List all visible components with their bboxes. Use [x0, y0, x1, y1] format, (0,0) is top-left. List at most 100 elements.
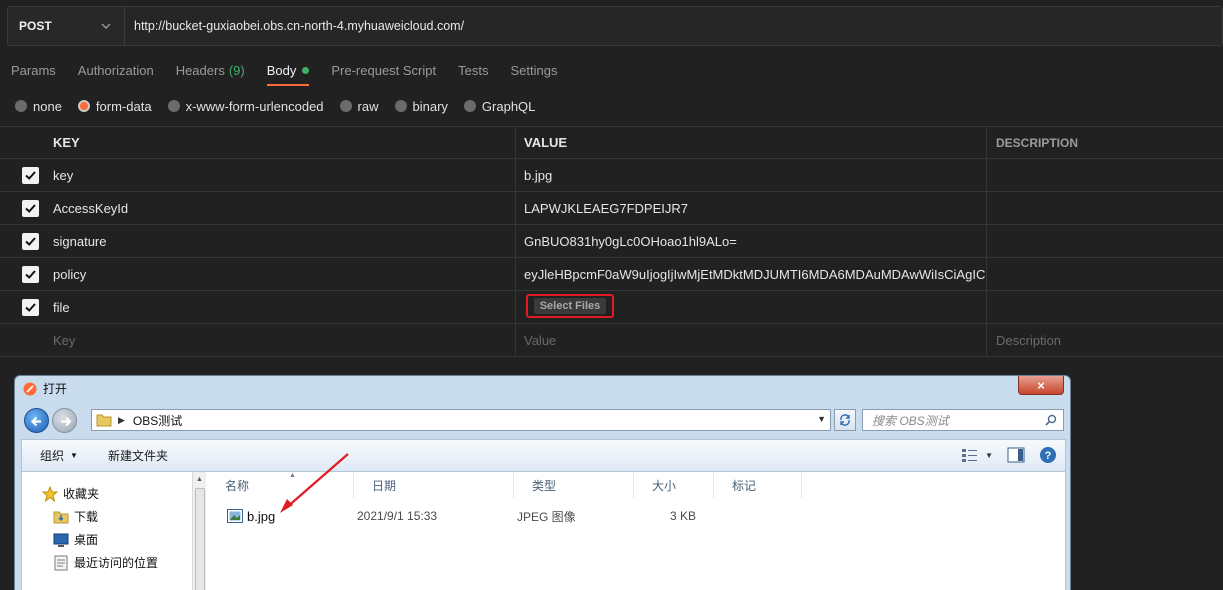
search-input[interactable]: 搜索 OBS测试 [862, 409, 1064, 431]
key-cell[interactable]: policy [45, 258, 516, 290]
tab-label: Settings [510, 62, 558, 78]
tab-headers[interactable]: Headers (9) [165, 52, 256, 88]
search-placeholder: 搜索 OBS测试 [872, 413, 949, 428]
address-path: OBS测试 [132, 413, 183, 428]
description-cell[interactable] [987, 192, 1223, 224]
preview-pane-icon[interactable] [1007, 447, 1025, 463]
key-cell[interactable]: AccessKeyId [45, 192, 516, 224]
chevron-down-icon [101, 23, 111, 29]
tab-label: Params [11, 62, 56, 78]
recent-places-icon [54, 555, 68, 570]
radio-x-www-form-urlencoded[interactable]: x-www-form-urlencoded [167, 99, 324, 114]
organize-menu[interactable]: 组织 ▼ [40, 447, 78, 464]
row-checkbox[interactable] [21, 265, 39, 283]
radio-label: binary [412, 98, 448, 114]
radio-graphql[interactable]: GraphQL [463, 98, 536, 114]
method-select[interactable]: POST [8, 7, 125, 45]
view-dropdown-icon[interactable]: ▼ [985, 451, 993, 460]
tree-scrollbar[interactable]: ▲ [192, 472, 206, 590]
tree-item-downloads[interactable]: 下载 [53, 508, 98, 525]
view-options-icon[interactable] [961, 447, 979, 463]
table-row: signature GnBUO831hy0gLc0OHoao1hl9ALo= [0, 225, 1223, 258]
description-cell[interactable] [987, 291, 1223, 323]
column-tags[interactable]: 标记 [714, 472, 802, 498]
request-tabs: Params Authorization Headers (9) Body Pre… [0, 52, 568, 88]
radio-binary[interactable]: binary [394, 98, 448, 114]
address-dropdown-icon[interactable]: ▼ [817, 414, 826, 424]
table-row: file Select Files [0, 291, 1223, 324]
dialog-close-button[interactable]: × [1018, 376, 1064, 395]
row-checkbox[interactable] [21, 166, 39, 184]
scroll-thumb[interactable] [195, 488, 205, 590]
key-cell[interactable]: key [45, 159, 516, 191]
navigation-tree: 收藏夹 下载 桌面 最近访问的位置 [22, 472, 190, 590]
select-files-button[interactable]: Select Files [533, 298, 607, 314]
header-value: VALUE [516, 127, 987, 158]
address-bar[interactable]: ▶ OBS测试 ▼ [91, 409, 831, 431]
caret-down-icon: ▼ [70, 451, 78, 460]
column-date[interactable]: 日期 [354, 472, 514, 498]
radio-form-data[interactable]: form-data [77, 98, 152, 114]
column-label: 标记 [732, 478, 757, 493]
value-cell[interactable]: GnBUO831hy0gLc0OHoao1hl9ALo= [516, 225, 987, 257]
tab-pre-request-script[interactable]: Pre-request Script [320, 52, 447, 88]
refresh-button[interactable] [834, 409, 856, 431]
new-key-input[interactable]: Key [45, 324, 516, 356]
description-cell[interactable] [987, 159, 1223, 191]
tree-item-desktop[interactable]: 桌面 [53, 531, 98, 548]
forward-button[interactable] [52, 408, 77, 433]
checkmark-icon [24, 170, 36, 180]
tree-item-recent-places[interactable]: 最近访问的位置 [53, 554, 158, 571]
help-icon[interactable]: ? [1039, 446, 1057, 464]
request-bar: POST http://bucket-guxiaobei.obs.cn-nort… [7, 6, 1223, 46]
checkmark-icon [24, 302, 36, 312]
value-cell: Select Files [516, 291, 987, 323]
row-checkbox[interactable] [21, 298, 39, 316]
body-active-dot-icon [302, 66, 310, 74]
url-input[interactable]: http://bucket-guxiaobei.obs.cn-north-4.m… [125, 7, 1222, 45]
dialog-navbar: ▶ OBS测试 ▼ 搜索 OBS测试 [21, 406, 1064, 434]
new-folder-label: 新建文件夹 [107, 449, 168, 463]
annotation-arrow-icon [280, 453, 349, 513]
header-key: KEY [45, 127, 516, 158]
radio-label: GraphQL [481, 98, 536, 114]
back-button[interactable] [24, 408, 49, 433]
radio-icon [15, 100, 27, 112]
key-cell[interactable]: signature [45, 225, 516, 257]
tab-authorization[interactable]: Authorization [67, 52, 165, 88]
description-cell[interactable] [987, 258, 1223, 290]
column-label: 名称 [225, 478, 250, 493]
tree-label: 桌面 [74, 533, 99, 547]
dialog-title: 打开 [43, 382, 68, 396]
value-cell[interactable]: LAPWJKLEAEG7FDPEIJR7 [516, 192, 987, 224]
tab-params[interactable]: Params [0, 52, 67, 88]
scroll-up-icon[interactable]: ▲ [196, 476, 203, 483]
column-type[interactable]: 类型 [514, 472, 634, 498]
tree-item-favorites[interactable]: 收藏夹 [42, 485, 99, 502]
new-folder-button[interactable]: 新建文件夹 [108, 447, 168, 464]
column-label: 类型 [532, 478, 557, 493]
tab-body[interactable]: Body [256, 52, 321, 88]
checkmark-icon [24, 236, 36, 246]
column-size[interactable]: 大小 [634, 472, 714, 498]
new-description-input[interactable]: Description [987, 324, 1223, 356]
tab-settings[interactable]: Settings [499, 52, 568, 88]
new-value-input[interactable]: Value [516, 324, 987, 356]
radio-raw[interactable]: raw [339, 99, 379, 114]
key-cell[interactable]: file [45, 291, 516, 323]
file-type: JPEG 图像 [517, 509, 576, 524]
app-icon [23, 382, 37, 395]
description-cell[interactable] [987, 225, 1223, 257]
value-cell[interactable]: b.jpg [516, 159, 987, 191]
open-file-dialog: 打开 × ▶ OBS测试 ▼ 搜索 OBS测试 组织 ▼ 新建文件夹 ▼ ? 收… [14, 375, 1071, 590]
refresh-icon [840, 414, 850, 426]
row-checkbox[interactable] [21, 199, 39, 217]
value-cell[interactable]: eyJleHBpcmF0aW9uIjogIjIwMjEtMDktMDJUMTI6… [516, 258, 987, 290]
radio-none[interactable]: none [15, 99, 62, 114]
method-label: POST [19, 19, 52, 33]
checkmark-icon [24, 203, 36, 213]
radio-label: form-data [95, 98, 152, 114]
row-checkbox[interactable] [21, 232, 39, 250]
tab-label: Body [266, 62, 297, 78]
tab-tests[interactable]: Tests [447, 52, 499, 88]
